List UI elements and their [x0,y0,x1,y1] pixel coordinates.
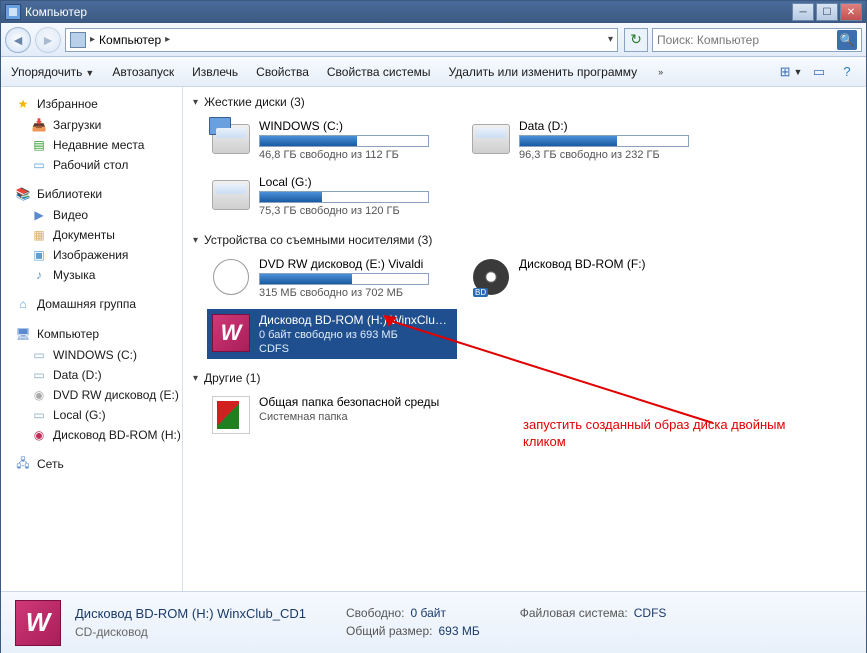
hdd-icon [212,124,250,154]
drive-icon: ▭ [31,347,47,363]
sidebar-item-desktop[interactable]: ▭Рабочий стол [1,155,182,175]
close-button[interactable]: ✕ [840,3,862,21]
window-title: Компьютер [25,5,87,19]
autoplay-button[interactable]: Автозапуск [112,65,174,79]
sidebar-item-downloads[interactable]: 📥Загрузки [1,115,182,135]
computer-icon: 🖥 [15,326,31,342]
system-properties-button[interactable]: Свойства системы [327,65,431,79]
title-bar: Компьютер ─ ☐ ✕ [1,1,866,23]
sidebar-item-documents[interactable]: ▦Документы [1,225,182,245]
space-bar [259,135,429,147]
help-icon[interactable]: ? [838,63,856,81]
cd-icon [213,259,249,295]
navigation-sidebar: ★Избранное 📥Загрузки ▤Недавние места ▭Ра… [1,87,183,591]
space-bar [259,191,429,203]
search-icon[interactable]: 🔍 [837,30,857,50]
eject-button[interactable]: Извлечь [192,65,238,79]
homegroup-icon: ⌂ [15,296,31,312]
content-pane: ▾Жесткие диски (3) WINDOWS (C:) 46,8 ГБ … [183,87,866,591]
history-dropdown[interactable]: ▾ [608,34,613,45]
library-icon: 📚 [15,186,31,202]
properties-button[interactable]: Свойства [256,65,309,79]
star-icon: ★ [15,96,31,112]
annotation-text: запустить созданный образ диска двойным … [523,417,813,451]
space-bar [519,135,689,147]
sidebar-drive-e[interactable]: ◉DVD RW дисковод (E:) Vivaldi [1,385,182,405]
sidebar-item-video[interactable]: ▶Видео [1,205,182,225]
bd-icon: ◉ [31,427,47,443]
preview-pane-icon[interactable]: ▭ [810,63,828,81]
group-header-removable[interactable]: ▾Устройства со съемными носителями (3) [187,231,866,253]
computer-icon [70,32,86,48]
hdd-icon [212,180,250,210]
sidebar-item-recent[interactable]: ▤Недавние места [1,135,182,155]
sidebar-favorites[interactable]: ★Избранное [1,93,182,115]
group-header-hdd[interactable]: ▾Жесткие диски (3) [187,93,866,115]
network-icon: 🖧 [15,456,31,472]
group-header-other[interactable]: ▾Другие (1) [187,369,866,391]
app-icon [5,4,21,20]
bdrom-icon [473,259,509,295]
sidebar-libraries[interactable]: 📚Библиотеки [1,183,182,205]
view-options-icon[interactable]: ⊞▼ [782,63,800,81]
drive-tile-c[interactable]: WINDOWS (C:) 46,8 ГБ свободно из 112 ГБ [207,115,457,165]
desktop-icon: ▭ [31,157,47,173]
document-icon: ▦ [31,227,47,243]
sidebar-network[interactable]: 🖧Сеть [1,453,182,475]
address-bar[interactable]: ▸ Компьютер ▸ ▾ [65,28,618,52]
drive-icon: ▭ [31,367,47,383]
image-icon: ▣ [31,247,47,263]
drive-icon: ▭ [31,407,47,423]
drive-tile-d[interactable]: Data (D:) 96,3 ГБ свободно из 232 ГБ [467,115,717,165]
sidebar-item-pictures[interactable]: ▣Изображения [1,245,182,265]
sidebar-drive-h[interactable]: ◉Дисковод BD-ROM (H:) WinxClub_CD1 [1,425,182,445]
folder-icon: 📥 [31,117,47,133]
winx-icon: W [212,314,250,352]
music-icon: ♪ [31,267,47,283]
forward-button[interactable]: ► [35,27,61,53]
command-toolbar: Упорядочить▼ Автозапуск Извлечь Свойства… [1,57,866,87]
search-placeholder: Поиск: Компьютер [657,33,759,47]
video-icon: ▶ [31,207,47,223]
maximize-button[interactable]: ☐ [816,3,838,21]
nav-bar: ◄ ► ▸ Компьютер ▸ ▾ ↻ Поиск: Компьютер 🔍 [1,23,866,57]
sidebar-homegroup[interactable]: ⌂Домашняя группа [1,293,182,315]
details-title: Дисковод BD-ROM (H:) WinxClub_CD1 [75,606,306,621]
sidebar-drive-c[interactable]: ▭WINDOWS (C:) [1,345,182,365]
sidebar-item-music[interactable]: ♪Музыка [1,265,182,285]
sidebar-drive-g[interactable]: ▭Local (G:) [1,405,182,425]
sidebar-computer[interactable]: 🖥Компьютер [1,323,182,345]
uninstall-button[interactable]: Удалить или изменить программу [449,65,638,79]
drive-tile-e[interactable]: DVD RW дисковод (E:) Vivaldi 315 МБ своб… [207,253,457,303]
drive-tile-f[interactable]: Дисковод BD-ROM (F:) [467,253,717,303]
refresh-button[interactable]: ↻ [624,28,648,52]
organize-menu[interactable]: Упорядочить▼ [11,65,94,79]
drive-tile-h-selected[interactable]: W Дисковод BD-ROM (H:) WinxClub_CD1 0 ба… [207,309,457,359]
hdd-icon [472,124,510,154]
details-type: CD-дисковод [75,625,306,639]
drive-tile-g[interactable]: Local (G:) 75,3 ГБ свободно из 120 ГБ [207,171,457,221]
details-pane: W Дисковод BD-ROM (H:) WinxClub_CD1 CD-д… [1,591,866,653]
kaspersky-icon [212,396,250,434]
minimize-button[interactable]: ─ [792,3,814,21]
sidebar-drive-d[interactable]: ▭Data (D:) [1,365,182,385]
breadcrumb: Компьютер [99,33,161,47]
space-bar [259,273,429,285]
recent-icon: ▤ [31,137,47,153]
back-button[interactable]: ◄ [5,27,31,53]
winx-icon: W [15,600,61,646]
toolbar-overflow[interactable]: » [658,67,663,77]
cd-icon: ◉ [31,387,47,403]
tile-security-folder[interactable]: Общая папка безопасной среды Системная п… [207,391,457,439]
search-input[interactable]: Поиск: Компьютер 🔍 [652,28,862,52]
